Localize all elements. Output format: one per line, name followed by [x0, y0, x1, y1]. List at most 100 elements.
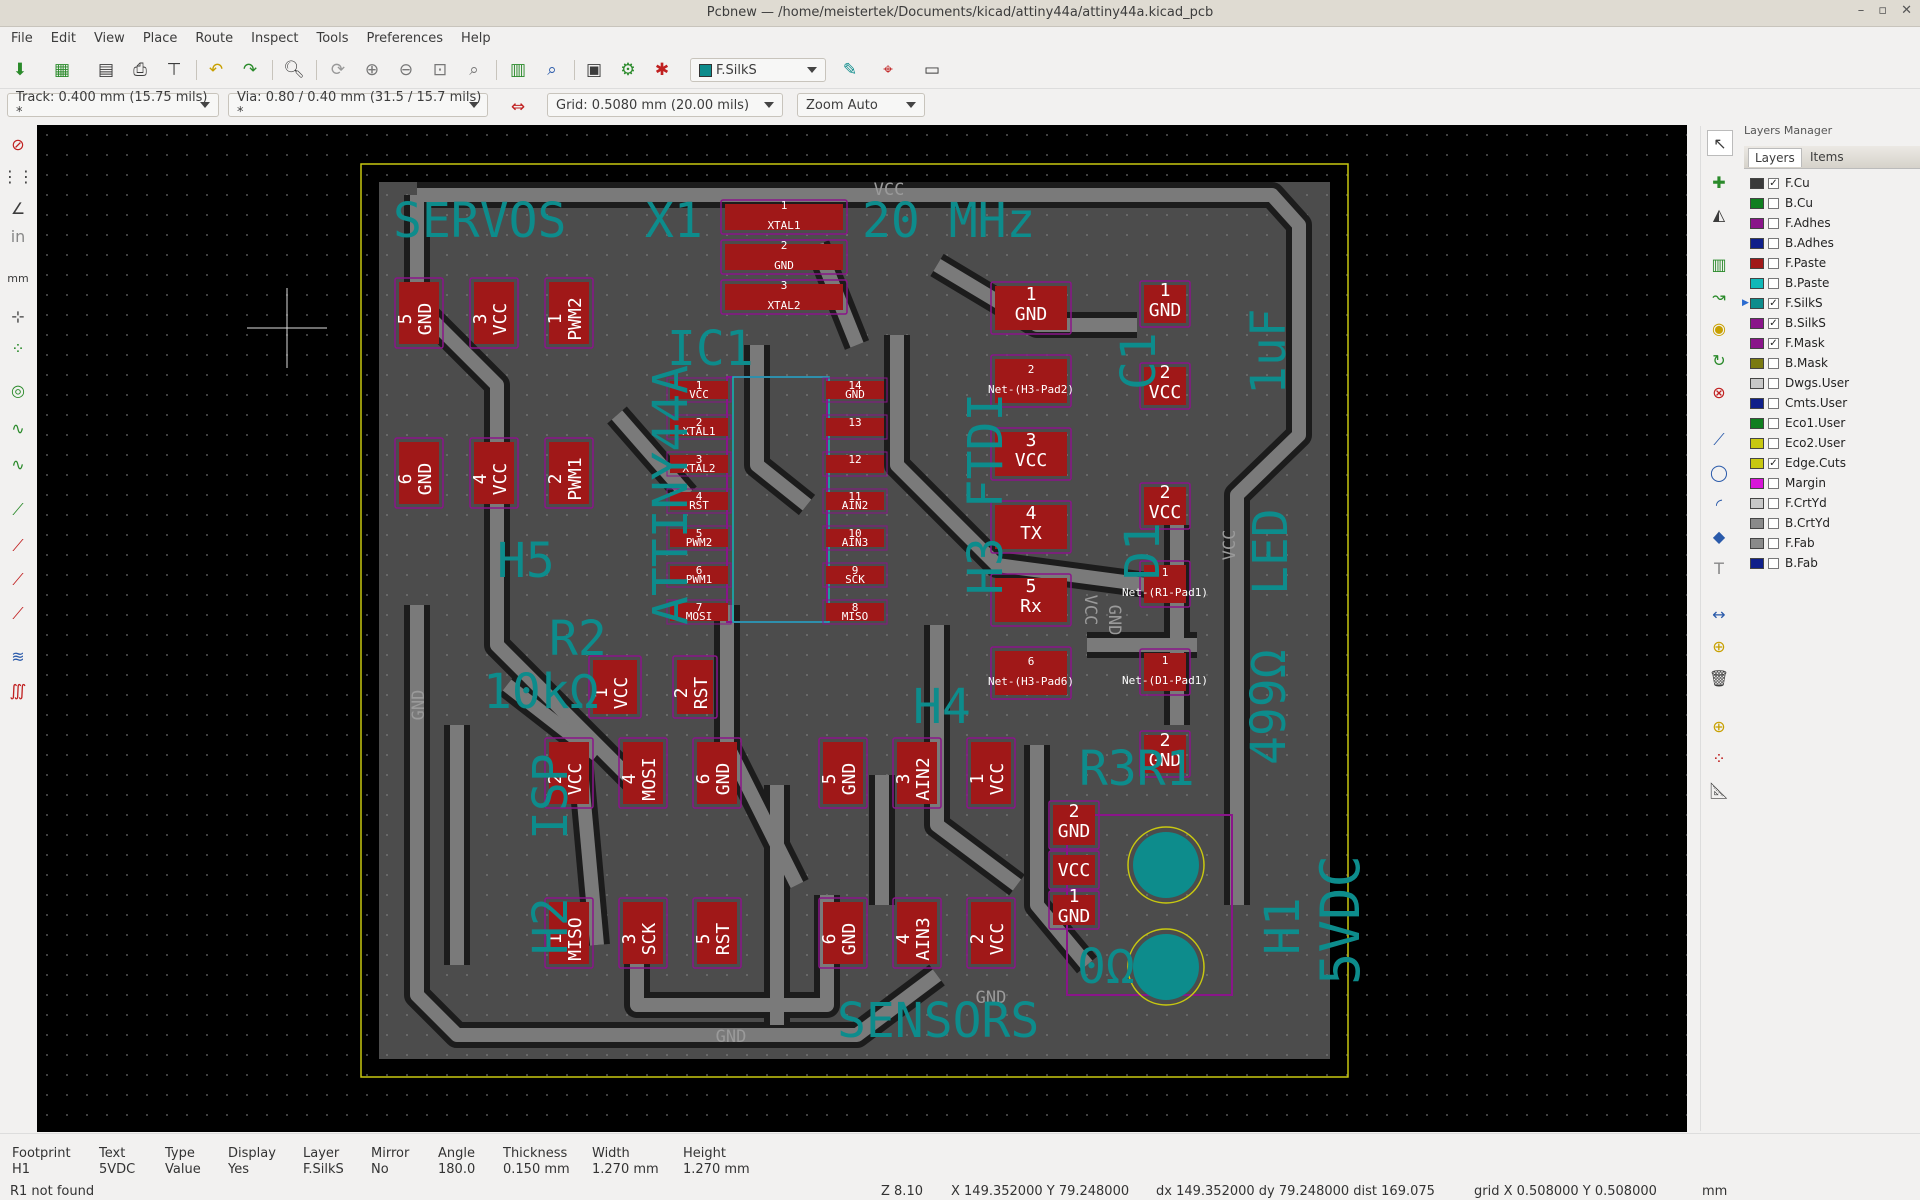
layer-color-swatch[interactable]: [1750, 277, 1764, 289]
layer-visibility-checkbox[interactable]: ✓: [1768, 297, 1779, 309]
smd-pad[interactable]: 6 GND: [394, 437, 444, 509]
menu-tools[interactable]: Tools: [305, 27, 355, 46]
tab-layers[interactable]: Layers: [1748, 148, 1802, 167]
zoom-in-icon[interactable]: ⊕: [360, 58, 384, 82]
layer-row[interactable]: B.CrtYd: [1750, 514, 1918, 532]
layer-row[interactable]: Margin: [1750, 474, 1918, 492]
add-zone-icon[interactable]: ↻: [1707, 348, 1731, 372]
high-contrast-icon[interactable]: ⟋: [6, 602, 30, 626]
ic1-pin-pad[interactable]: 13: [822, 414, 888, 440]
ic1-pin-pad[interactable]: 14GND: [822, 377, 888, 403]
layer-row[interactable]: B.Cu: [1750, 194, 1918, 212]
layer-color-swatch[interactable]: [1750, 377, 1764, 389]
layer-row[interactable]: Eco1.User: [1750, 414, 1918, 432]
layer-visibility-checkbox[interactable]: [1768, 417, 1779, 429]
polar-coords-icon[interactable]: ∠: [6, 196, 30, 220]
footprint-editor-icon[interactable]: ▥: [506, 58, 530, 82]
layer-row[interactable]: F.Adhes: [1750, 214, 1918, 232]
undo-icon[interactable]: ↶: [204, 58, 228, 82]
menu-help[interactable]: Help: [450, 27, 498, 46]
local-ratsnest-icon[interactable]: ◭: [1707, 202, 1731, 226]
layer-color-swatch[interactable]: [1750, 517, 1764, 529]
layer-row[interactable]: F.Fab: [1750, 534, 1918, 552]
layer-visibility-checkbox[interactable]: [1768, 277, 1779, 289]
layer-color-swatch[interactable]: [1750, 197, 1764, 209]
smd-pad[interactable]: 2 RST: [671, 655, 718, 719]
layer-visibility-checkbox[interactable]: ✓: [1768, 337, 1779, 349]
layer-row[interactable]: ✓ B.SilkS: [1750, 314, 1918, 332]
layer-color-swatch[interactable]: [1750, 297, 1764, 309]
tracks-sketch-icon[interactable]: ⟋: [6, 568, 30, 592]
smd-pad[interactable]: 5 GND: [818, 737, 868, 809]
smd-pad[interactable]: 1 PWM2: [544, 277, 594, 349]
layer-visibility-checkbox[interactable]: [1768, 497, 1779, 509]
drc-off-icon[interactable]: ⊘: [6, 132, 30, 156]
layer-visibility-checkbox[interactable]: [1768, 377, 1779, 389]
via-size-select[interactable]: Via: 0.80 / 0.40 mm (31.5 / 15.7 mils) *: [228, 90, 488, 120]
highlight-net-icon[interactable]: ✚: [1707, 170, 1731, 194]
close-button[interactable]: ✕: [1901, 3, 1912, 18]
smd-pad[interactable]: 5 GND: [394, 277, 444, 349]
layer-color-swatch[interactable]: [1750, 217, 1764, 229]
layer-row[interactable]: ✓ F.Mask: [1750, 334, 1918, 352]
layer-color-swatch[interactable]: [1750, 457, 1764, 469]
grid-select[interactable]: Grid: 0.5080 mm (20.00 mils): [547, 93, 783, 117]
layer-color-swatch[interactable]: [1750, 537, 1764, 549]
menu-preferences[interactable]: Preferences: [356, 27, 450, 46]
ic1-pin-pad[interactable]: 12: [822, 451, 888, 477]
layer-visibility-checkbox[interactable]: ✓: [1768, 177, 1779, 189]
zoom-selection-icon[interactable]: ⌕: [462, 58, 486, 82]
find-icon[interactable]: 🔍︎: [282, 58, 306, 82]
smd-pad[interactable]: 6 Net-(H3-Pad6): [988, 646, 1074, 700]
smd-pad[interactable]: 3VCC: [469, 277, 519, 349]
update-pcb-icon[interactable]: ⚙: [616, 58, 640, 82]
zoom-fit-icon[interactable]: ⊡: [428, 58, 452, 82]
smd-pad[interactable]: 1 VCC: [966, 737, 1016, 809]
footprint-viewer-icon[interactable]: ⌕: [540, 58, 564, 82]
smd-pad[interactable]: 6 GND: [692, 737, 742, 809]
smd-pad[interactable]: 3 XTAL2: [720, 279, 848, 315]
layer-color-swatch[interactable]: [1750, 397, 1764, 409]
smd-pad[interactable]: 1 XTAL1: [720, 199, 848, 235]
smd-pad[interactable]: 4 AIN3: [892, 897, 942, 969]
show-zones-icon[interactable]: ∿: [6, 452, 30, 476]
smd-pad[interactable]: 4 VCC: [469, 437, 519, 509]
layer-visibility-checkbox[interactable]: [1768, 197, 1779, 209]
layer-color-swatch[interactable]: [1750, 177, 1764, 189]
inches-icon[interactable]: in: [6, 224, 30, 248]
select-tool-icon[interactable]: ↖: [1707, 130, 1733, 156]
pads-sketch-icon[interactable]: ⟋: [6, 498, 30, 522]
layer-row[interactable]: Dwgs.User: [1750, 374, 1918, 392]
pcb-canvas[interactable]: VCC GND GND GND GND VCC VCC 5 GND 3 VCC 1 PWM…: [37, 125, 1687, 1132]
smd-pad[interactable]: 4 MOSI: [618, 737, 668, 809]
route-track-icon[interactable]: ↝: [1707, 284, 1731, 308]
layer-visibility-checkbox[interactable]: [1768, 477, 1779, 489]
grid-origin-icon[interactable]: ⁘: [1707, 746, 1731, 770]
layer-row[interactable]: B.Adhes: [1750, 234, 1918, 252]
autodelete-tracks-icon[interactable]: ∿: [6, 416, 30, 440]
minimize-button[interactable]: –: [1858, 3, 1865, 18]
layer-row[interactable]: F.Paste: [1750, 254, 1918, 272]
add-footprint-icon[interactable]: ▥: [1707, 252, 1731, 276]
tab-items[interactable]: Items: [1804, 148, 1850, 166]
add-keepout-icon[interactable]: ⊗: [1707, 380, 1731, 404]
layer-row[interactable]: Eco2.User: [1750, 434, 1918, 452]
layer-color-swatch[interactable]: [1750, 477, 1764, 489]
drc-bug-icon[interactable]: ✱: [650, 58, 674, 82]
menu-route[interactable]: Route: [184, 27, 240, 46]
board-setup-icon[interactable]: ▦: [50, 58, 74, 82]
layer-row[interactable]: F.CrtYd: [1750, 494, 1918, 512]
mm-icon[interactable]: mm: [6, 266, 30, 290]
track-width-select[interactable]: Track: 0.400 mm (15.75 mils) *: [7, 90, 219, 120]
layer-row[interactable]: ✓ F.Cu: [1750, 174, 1918, 192]
zoom-select[interactable]: Zoom Auto: [797, 93, 925, 117]
drill-origin-icon[interactable]: ⊕: [1707, 714, 1731, 738]
menu-inspect[interactable]: Inspect: [240, 27, 305, 46]
smd-pad[interactable]: 2VCC: [966, 897, 1016, 969]
smd-pad[interactable]: 2 PWM1: [544, 437, 594, 509]
layer-visibility-checkbox[interactable]: ✓: [1768, 317, 1779, 329]
delete-tool-icon[interactable]: 🗑︎: [1707, 666, 1731, 690]
layer-visibility-checkbox[interactable]: ✓: [1768, 457, 1779, 469]
layer-select[interactable]: F.SilkS: [690, 58, 826, 82]
layer-pair-icon[interactable]: ✎: [838, 58, 862, 82]
